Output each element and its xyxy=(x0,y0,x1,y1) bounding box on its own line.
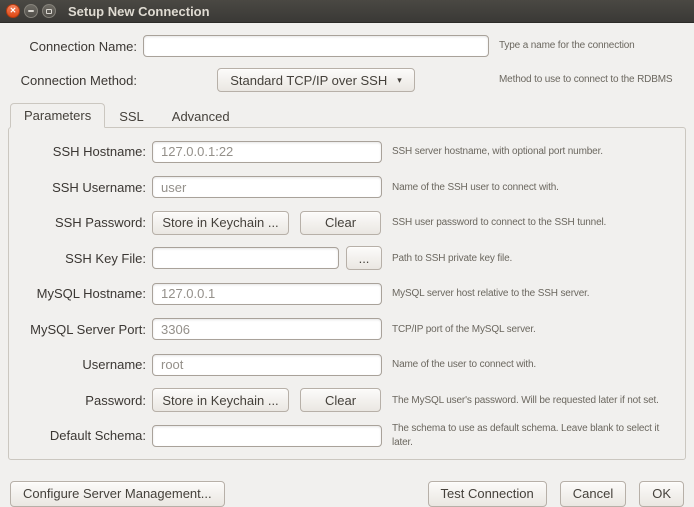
ssh-password-store-keychain-button[interactable]: Store in Keychain ... xyxy=(152,211,289,235)
password-store-keychain-button[interactable]: Store in Keychain ... xyxy=(152,388,289,412)
configure-server-management-button[interactable]: Configure Server Management... xyxy=(10,481,225,507)
maximize-icon xyxy=(46,9,52,14)
header-form: Connection Name: Type a name for the con… xyxy=(0,23,694,92)
ssh-username-label: SSH Username: xyxy=(9,180,146,195)
connection-name-row: Connection Name: Type a name for the con… xyxy=(10,35,684,57)
username-hint: Name of the user to connect with. xyxy=(392,358,685,372)
window-minimize-button[interactable] xyxy=(24,4,38,18)
ssh-username-input[interactable] xyxy=(152,176,382,198)
ssh-username-hint: Name of the SSH user to connect with. xyxy=(392,181,685,195)
ssh-key-file-hint: Path to SSH private key file. xyxy=(392,252,685,266)
ssh-password-row: SSH Password: Store in Keychain ... Clea… xyxy=(9,205,685,241)
ssh-hostname-hint: SSH server hostname, with optional port … xyxy=(392,145,685,159)
username-row: Username: Name of the user to connect wi… xyxy=(9,347,685,383)
tab-bar: Parameters SSL Advanced xyxy=(0,103,694,127)
mysql-hostname-hint: MySQL server host relative to the SSH se… xyxy=(392,287,685,301)
mysql-hostname-row: MySQL Hostname: MySQL server host relati… xyxy=(9,276,685,312)
default-schema-input[interactable] xyxy=(152,425,382,447)
mysql-server-port-label: MySQL Server Port: xyxy=(9,322,146,337)
ssh-hostname-label: SSH Hostname: xyxy=(9,144,146,159)
connection-method-row: Connection Method: Standard TCP/IP over … xyxy=(10,68,684,92)
titlebar: ✕ Setup New Connection xyxy=(0,0,694,23)
ssh-key-file-input[interactable] xyxy=(152,247,339,269)
password-label: Password: xyxy=(9,393,146,408)
tab-parameters[interactable]: Parameters xyxy=(10,103,105,128)
connection-name-label: Connection Name: xyxy=(10,39,137,54)
ssh-hostname-input[interactable] xyxy=(152,141,382,163)
window-title: Setup New Connection xyxy=(68,4,210,19)
password-clear-button[interactable]: Clear xyxy=(300,388,381,412)
connection-method-value: Standard TCP/IP over SSH xyxy=(230,73,387,88)
username-label: Username: xyxy=(9,357,146,372)
ssh-password-hint: SSH user password to connect to the SSH … xyxy=(392,216,685,230)
default-schema-hint: The schema to use as default schema. Lea… xyxy=(392,422,685,449)
close-icon: ✕ xyxy=(10,7,17,15)
footer: Configure Server Management... Test Conn… xyxy=(0,481,694,507)
mysql-server-port-row: MySQL Server Port: TCP/IP port of the My… xyxy=(9,312,685,348)
test-connection-button[interactable]: Test Connection xyxy=(428,481,547,507)
ssh-hostname-row: SSH Hostname: SSH server hostname, with … xyxy=(9,134,685,170)
window-close-button[interactable]: ✕ xyxy=(6,4,20,18)
ok-button[interactable]: OK xyxy=(639,481,684,507)
default-schema-row: Default Schema: The schema to use as def… xyxy=(9,418,685,454)
connection-name-hint: Type a name for the connection xyxy=(499,39,684,53)
password-row: Password: Store in Keychain ... Clear Th… xyxy=(9,383,685,419)
ssh-password-label: SSH Password: xyxy=(9,215,146,230)
connection-method-dropdown[interactable]: Standard TCP/IP over SSH ▾ xyxy=(217,68,415,92)
username-input[interactable] xyxy=(152,354,382,376)
minimize-icon xyxy=(28,10,34,12)
mysql-hostname-input[interactable] xyxy=(152,283,382,305)
mysql-server-port-hint: TCP/IP port of the MySQL server. xyxy=(392,323,685,337)
connection-name-input[interactable] xyxy=(143,35,489,57)
password-hint: The MySQL user's password. Will be reque… xyxy=(392,394,685,408)
chevron-down-icon: ▾ xyxy=(397,76,402,85)
cancel-button[interactable]: Cancel xyxy=(560,481,626,507)
parameters-panel: SSH Hostname: SSH server hostname, with … xyxy=(8,127,686,460)
tab-advanced[interactable]: Advanced xyxy=(158,104,244,128)
connection-method-hint: Method to use to connect to the RDBMS xyxy=(499,73,684,87)
ssh-key-file-browse-button[interactable]: ... xyxy=(346,246,382,270)
ssh-key-file-row: SSH Key File: ... Path to SSH private ke… xyxy=(9,241,685,277)
tab-ssl[interactable]: SSL xyxy=(105,104,158,128)
connection-method-label: Connection Method: xyxy=(10,73,137,88)
ssh-key-file-label: SSH Key File: xyxy=(9,251,146,266)
mysql-hostname-label: MySQL Hostname: xyxy=(9,286,146,301)
ssh-password-clear-button[interactable]: Clear xyxy=(300,211,381,235)
mysql-server-port-input[interactable] xyxy=(152,318,382,340)
ssh-username-row: SSH Username: Name of the SSH user to co… xyxy=(9,170,685,206)
window-maximize-button[interactable] xyxy=(42,4,56,18)
default-schema-label: Default Schema: xyxy=(9,428,146,443)
